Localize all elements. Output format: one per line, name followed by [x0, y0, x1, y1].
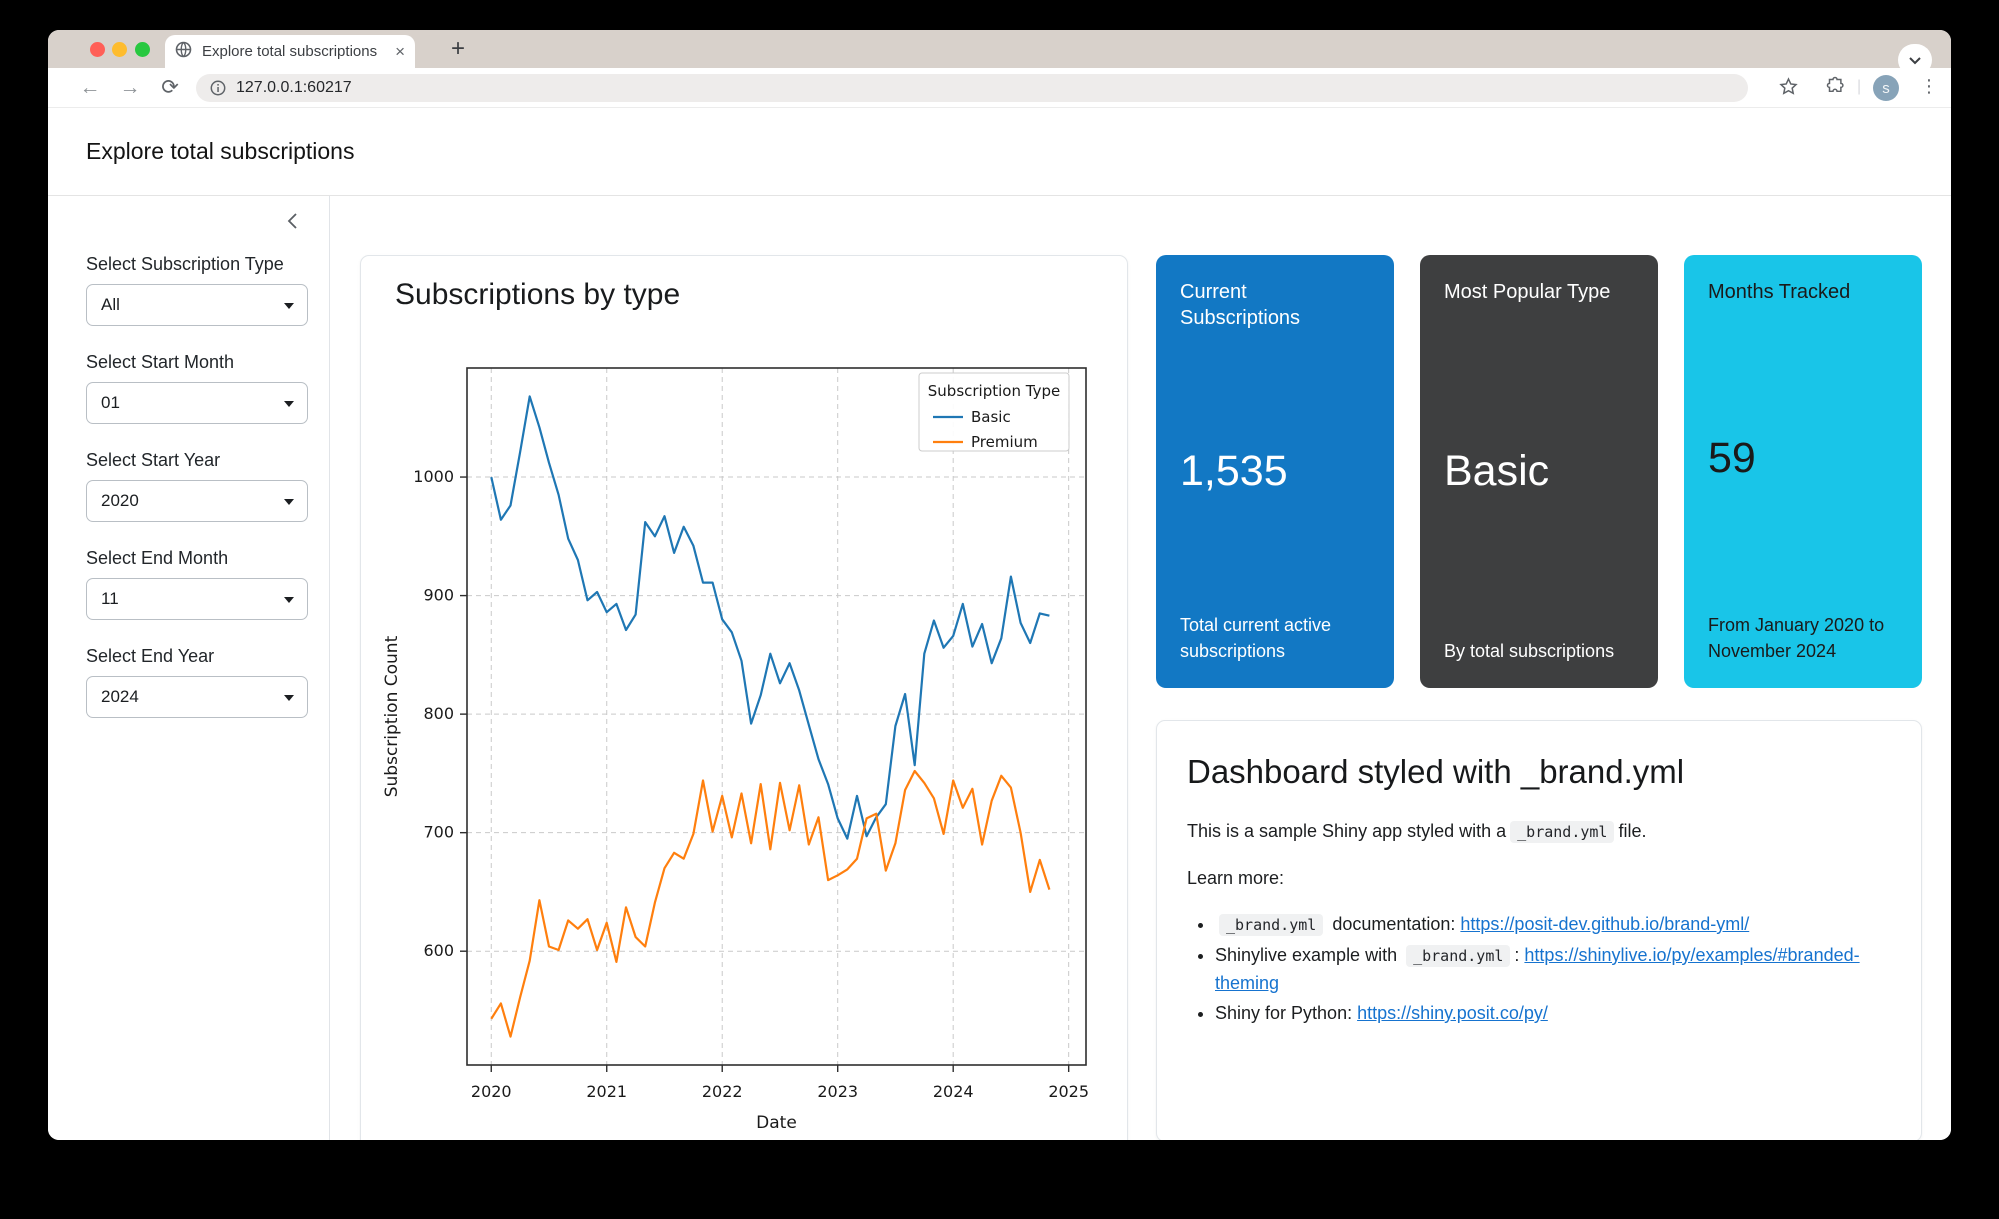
select-value: 01	[101, 393, 120, 413]
menu-kebab-icon[interactable]: ⋮	[1920, 76, 1938, 97]
select-label: Select End Month	[86, 548, 329, 569]
value-box-current-subscriptions: Current Subscriptions 1,535 Total curren…	[1156, 255, 1394, 688]
link[interactable]: https://shiny.posit.co/py/	[1357, 1003, 1548, 1023]
select-label: Select Start Month	[86, 352, 329, 373]
tab-title: Explore total subscriptions	[202, 43, 387, 60]
value-box-title: Months Tracked	[1708, 279, 1898, 305]
value-box-caption: From January 2020 to November 2024	[1708, 612, 1898, 664]
value-box-value: 59	[1708, 434, 1898, 483]
caret-down-icon	[284, 597, 294, 603]
window-close-button[interactable]	[90, 42, 105, 57]
svg-text:2021: 2021	[586, 1082, 627, 1101]
learn-more-list: _brand.yml documentation: https://posit-…	[1187, 911, 1891, 1027]
caret-down-icon	[284, 303, 294, 309]
select-select-end-month[interactable]: 11	[86, 578, 308, 620]
url-text[interactable]: 127.0.0.1:60217	[236, 79, 352, 97]
forward-icon[interactable]: →	[118, 76, 142, 100]
value-box-title: Current Subscriptions	[1180, 279, 1370, 331]
caret-down-icon	[284, 401, 294, 407]
svg-text:1000: 1000	[413, 467, 454, 486]
value-box-value: Basic	[1444, 447, 1634, 496]
caret-down-icon	[284, 695, 294, 701]
value-box-caption: By total subscriptions	[1444, 638, 1634, 664]
chevron-down-icon	[1908, 56, 1922, 65]
svg-text:Subscription Count: Subscription Count	[382, 635, 402, 797]
profile-avatar[interactable]: s	[1873, 75, 1899, 101]
select-value: 2020	[101, 491, 139, 511]
select-select-start-month[interactable]: 01	[86, 382, 308, 424]
brand-info-card: Dashboard styled with _brand.yml This is…	[1156, 720, 1922, 1140]
bookmark-star-icon[interactable]	[1778, 76, 1799, 102]
svg-text:2022: 2022	[702, 1082, 743, 1101]
window-minimize-button[interactable]	[112, 42, 127, 57]
learn-more-label: Learn more:	[1187, 868, 1891, 889]
new-tab-button[interactable]: +	[443, 34, 473, 64]
caret-down-icon	[284, 499, 294, 505]
list-item: Shiny for Python: https://shiny.posit.co…	[1215, 1000, 1891, 1027]
page-title: Explore total subscriptions	[86, 138, 354, 165]
tab-close-icon[interactable]: ×	[395, 43, 405, 60]
select-value: 11	[101, 589, 119, 609]
sidebar-control: Select Subscription Type All	[86, 254, 329, 326]
svg-text:2025: 2025	[1048, 1082, 1089, 1101]
value-box-most-popular-type: Most Popular Type Basic By total subscri…	[1420, 255, 1658, 688]
svg-text:2020: 2020	[471, 1082, 512, 1101]
inline-code: _brand.yml	[1406, 945, 1510, 967]
address-bar[interactable]: 127.0.0.1:60217	[196, 74, 1748, 102]
browser-tab-strip: Explore total subscriptions × +	[48, 30, 1951, 68]
info-card-title: Dashboard styled with _brand.yml	[1187, 753, 1891, 791]
link[interactable]: https://posit-dev.github.io/brand-yml/	[1460, 914, 1749, 934]
list-item: _brand.yml documentation: https://posit-…	[1215, 911, 1891, 939]
select-label: Select End Year	[86, 646, 329, 667]
value-box-months-tracked: Months Tracked 59 From January 2020 to N…	[1684, 255, 1922, 688]
value-box-value: 1,535	[1180, 447, 1370, 496]
subscriptions-line-chart: 2020 2021 2022 2023 2024 2025 600 700 800 900 1000…	[361, 256, 1127, 1140]
list-item: Shinylive example with _brand.yml: https…	[1215, 942, 1891, 997]
browser-tab[interactable]: Explore total subscriptions ×	[165, 35, 415, 68]
link[interactable]: https://shinylive.io/py/examples/#brande…	[1215, 945, 1860, 993]
inline-code: _brand.yml	[1510, 821, 1614, 843]
svg-text:800: 800	[423, 704, 454, 723]
chart-card-title: Subscriptions by type	[395, 278, 680, 312]
select-select-start-year[interactable]: 2020	[86, 480, 308, 522]
select-label: Select Subscription Type	[86, 254, 329, 275]
browser-toolbar: ← → ⟳ 127.0.0.1:60217 | s ⋮	[48, 68, 1951, 108]
sidebar-control: Select Start Month 01	[86, 352, 329, 424]
sidebar-control: Select End Month 11	[86, 548, 329, 620]
sidebar-control: Select Start Year 2020	[86, 450, 329, 522]
svg-text:Premium: Premium	[971, 433, 1038, 451]
inline-code: _brand.yml	[1219, 914, 1323, 936]
svg-text:Date: Date	[756, 1113, 797, 1133]
svg-text:Subscription Type: Subscription Type	[928, 382, 1060, 400]
desktop-background: Explore total subscriptions × + ← → ⟳ 12…	[0, 0, 1999, 1219]
svg-text:700: 700	[423, 823, 454, 842]
select-value: 2024	[101, 687, 139, 707]
app-header: Explore total subscriptions	[48, 108, 1951, 196]
sidebar: Select Subscription Type All Select Start …	[48, 196, 330, 1140]
reload-icon[interactable]: ⟳	[158, 76, 182, 100]
value-box-title: Most Popular Type	[1444, 279, 1634, 305]
svg-text:Basic: Basic	[971, 408, 1011, 426]
sidebar-collapse-icon[interactable]	[285, 212, 307, 234]
svg-text:900: 900	[423, 586, 454, 605]
select-select-subscription-type[interactable]: All	[86, 284, 308, 326]
value-box-caption: Total current active subscriptions	[1180, 612, 1370, 664]
globe-favicon-icon	[175, 41, 192, 63]
svg-text:600: 600	[423, 941, 454, 960]
select-value: All	[101, 295, 120, 315]
toolbar-divider: |	[1857, 78, 1861, 96]
sidebar-control: Select End Year 2024	[86, 646, 329, 718]
main-content: 2020 2021 2022 2023 2024 2025 600 700 800 900 1000…	[330, 196, 1951, 1140]
svg-text:2023: 2023	[817, 1082, 858, 1101]
browser-window: Explore total subscriptions × + ← → ⟳ 12…	[48, 30, 1951, 1140]
site-info-icon[interactable]	[210, 80, 226, 96]
select-select-end-year[interactable]: 2024	[86, 676, 308, 718]
info-card-intro: This is a sample Shiny app styled with a…	[1187, 821, 1891, 842]
extensions-puzzle-icon[interactable]	[1826, 76, 1847, 102]
select-label: Select Start Year	[86, 450, 329, 471]
svg-text:2024: 2024	[933, 1082, 974, 1101]
subscriptions-chart-card: 2020 2021 2022 2023 2024 2025 600 700 800 900 1000…	[360, 255, 1128, 1140]
back-icon[interactable]: ←	[78, 76, 102, 100]
window-zoom-button[interactable]	[135, 42, 150, 57]
